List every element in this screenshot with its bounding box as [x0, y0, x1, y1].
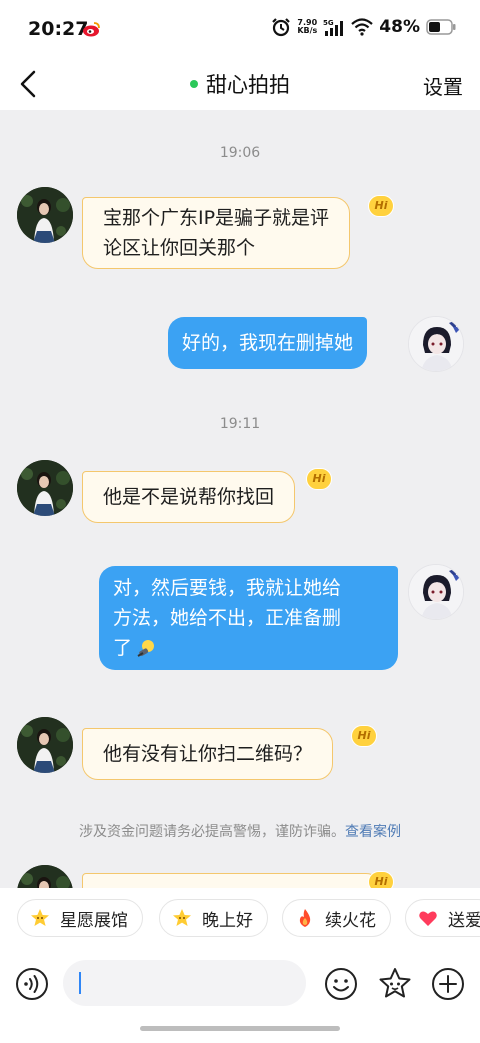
timestamp: 19:06	[219, 145, 261, 161]
status-time: 20:27	[28, 18, 89, 40]
contact-avatar[interactable]	[17, 717, 73, 773]
my-avatar[interactable]	[408, 564, 464, 620]
message-input[interactable]	[63, 960, 306, 1006]
chip-continue-spark[interactable]: 续火花	[282, 899, 391, 937]
plus-more-icon[interactable]	[431, 967, 465, 1001]
chat-title-text: 甜心拍拍	[206, 73, 290, 97]
cellular-signal-icon: 5G	[323, 19, 344, 36]
voice-input-icon[interactable]	[15, 967, 49, 1001]
hi-badge: Hi	[351, 725, 377, 747]
outgoing-message[interactable]: 好的，我现在删掉她	[168, 317, 368, 369]
online-status-dot	[190, 80, 198, 88]
settings-button[interactable]: 设置	[423, 71, 463, 100]
super-emoji-star-icon[interactable]	[377, 966, 413, 1002]
chip-send-love[interactable]: 送爱	[405, 899, 480, 937]
incoming-message[interactable]	[82, 873, 382, 888]
status-bar: 20:27 7.90 KB/s 5G 48%	[0, 0, 480, 58]
svg-text:5G: 5G	[323, 19, 334, 27]
chat-title[interactable]: 甜心拍拍	[0, 69, 480, 99]
chip-wish-gallery[interactable]: 星愿展馆	[17, 899, 143, 937]
sticker-emoji-icon	[137, 639, 155, 657]
timestamp: 19:11	[219, 416, 261, 432]
status-indicators: 7.90 KB/s 5G 48%	[271, 17, 456, 37]
heart-icon	[419, 911, 437, 926]
contact-avatar[interactable]	[17, 187, 73, 243]
hi-badge: Hi	[368, 195, 394, 217]
text-cursor	[79, 972, 81, 994]
incoming-message[interactable]: 他有没有让你扫二维码？	[82, 728, 334, 780]
wifi-icon	[351, 18, 374, 36]
fire-icon	[299, 909, 311, 927]
anti-fraud-notice: 涉及资金问题请务必提高警惕，谨防诈骗。查看案例	[79, 824, 401, 840]
hi-badge: Hi	[306, 468, 332, 490]
quick-action-bar[interactable]: 星愿展馆 晚上好 续火花 送爱	[0, 888, 480, 946]
net-speed: 7.90 KB/s	[297, 18, 318, 35]
outgoing-message[interactable]: 对，然后要钱，我就让她给 方法，她给不出，正准备删 了	[99, 566, 398, 670]
home-indicator[interactable]	[140, 1026, 340, 1031]
incoming-message[interactable]: 宝那个广东IP是骗子就是评 论区让你回关那个	[82, 197, 351, 269]
nav-bar: 甜心拍拍 设置	[0, 58, 480, 110]
view-cases-link[interactable]: 查看案例	[345, 824, 401, 840]
input-bar	[0, 946, 480, 1043]
chip-good-evening[interactable]: 晚上好	[159, 899, 268, 937]
battery-percent: 48%	[379, 17, 420, 37]
incoming-message[interactable]: 他是不是说帮你找回	[82, 471, 296, 523]
chat-message-list[interactable]: 19:06 宝那个广东IP是骗子就是评 论区让你回关那个 Hi 好的，我现在删掉…	[0, 110, 480, 888]
alarm-icon	[272, 18, 291, 37]
my-avatar[interactable]	[408, 316, 464, 372]
star-face-icon	[31, 909, 49, 926]
contact-avatar[interactable]	[17, 865, 73, 888]
contact-avatar[interactable]	[17, 460, 73, 516]
battery-icon	[426, 19, 456, 35]
weibo-icon	[83, 22, 100, 37]
star-face-icon	[173, 909, 191, 926]
hi-badge: Hi	[368, 871, 394, 888]
emoji-icon[interactable]	[324, 967, 358, 1001]
